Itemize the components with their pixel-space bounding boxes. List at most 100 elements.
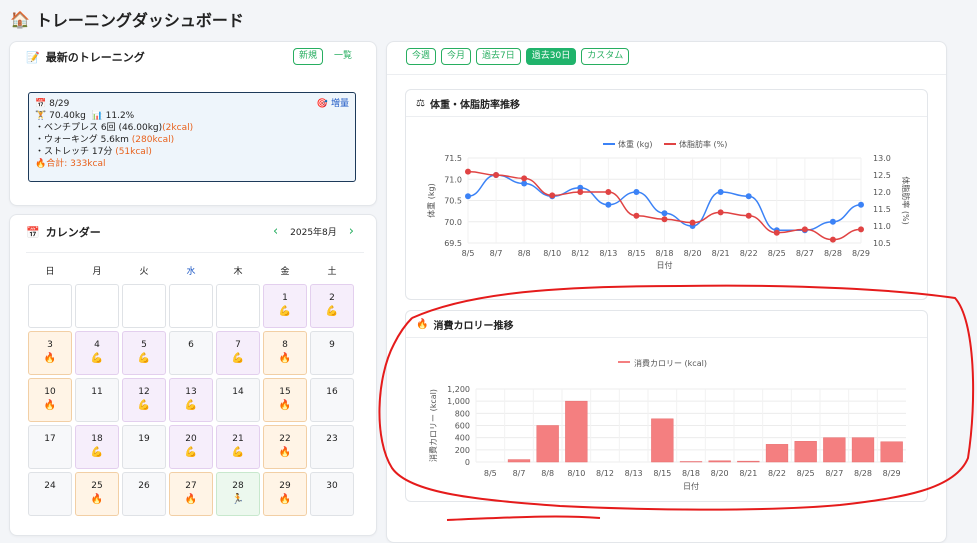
calendar-day-27[interactable]: 27🔥: [169, 472, 213, 516]
day-number: 14: [232, 387, 243, 397]
day-number: 22: [279, 434, 290, 444]
x-tick-label: 8/18: [656, 249, 674, 258]
weekday-label: 金: [263, 263, 307, 281]
list-link[interactable]: 一覧: [328, 48, 358, 65]
x-tick-label: 8/13: [625, 469, 643, 478]
muscle-icon: 💪: [264, 306, 306, 317]
filter-3[interactable]: 過去30日: [526, 48, 576, 65]
y-tick-label: 1,200: [447, 385, 470, 394]
prev-month-button[interactable]: ‹: [273, 224, 278, 239]
fire-icon: 🔥: [29, 353, 71, 364]
x-tick-label: 8/27: [825, 469, 843, 478]
calendar-day-5[interactable]: 5💪: [122, 331, 166, 375]
calendar-day-19[interactable]: 19: [122, 425, 166, 469]
new-training-button[interactable]: 新規: [293, 48, 323, 65]
x-tick-label: 8/25: [768, 249, 786, 258]
calendar-day-26[interactable]: 26: [122, 472, 166, 516]
day-number: 5: [141, 340, 147, 350]
calendar-title: カレンダー: [46, 224, 101, 240]
x-tick-label: 8/5: [462, 249, 475, 258]
calendar-day-21[interactable]: 21💪: [216, 425, 260, 469]
calendar-day-2[interactable]: 2💪: [310, 284, 354, 328]
data-point: [774, 230, 780, 236]
calendar-day-30[interactable]: 30: [310, 472, 354, 516]
calendar-day-29[interactable]: 29🔥: [263, 472, 307, 516]
calendar-day-15[interactable]: 15🔥: [263, 378, 307, 422]
data-point: [802, 226, 808, 232]
fire-icon: 🔥: [264, 400, 306, 411]
calendar-day-14[interactable]: 14: [216, 378, 260, 422]
calendar-day-18[interactable]: 18💪: [75, 425, 119, 469]
y2-tick-label: 12.5: [873, 171, 891, 180]
day-number: 8: [282, 340, 288, 350]
day-number: 21: [232, 434, 243, 444]
muscle-icon: 💪: [170, 447, 212, 458]
legend-label: 体脂肪率 (%): [679, 139, 727, 149]
calendar-day-7[interactable]: 7💪: [216, 331, 260, 375]
calendar-day-13[interactable]: 13💪: [169, 378, 213, 422]
scale-icon: ⚖: [416, 98, 425, 109]
calendar-day-20[interactable]: 20💪: [169, 425, 213, 469]
data-point: [690, 220, 696, 226]
total-calories: 合計: 333kcal: [46, 159, 105, 169]
calendar-day-22[interactable]: 22🔥: [263, 425, 307, 469]
calorie-chart: 消費カロリー (kcal)02004006008001,0001,2008/58…: [406, 338, 927, 500]
bar: [737, 461, 759, 462]
calendar-day-9[interactable]: 9: [310, 331, 354, 375]
calendar-empty-cell: [75, 284, 119, 328]
filter-4[interactable]: カスタム: [581, 48, 629, 65]
calendar-day-6[interactable]: 6: [169, 331, 213, 375]
bar: [795, 441, 817, 462]
y2-tick-label: 12.0: [873, 188, 891, 197]
calendar-day-17[interactable]: 17: [28, 425, 72, 469]
y2-tick-label: 11.0: [873, 222, 891, 231]
calendar-empty-cell: [28, 284, 72, 328]
bar: [881, 442, 903, 462]
data-point: [746, 213, 752, 219]
data-point: [465, 169, 471, 175]
calendar-day-28[interactable]: 28🏃: [216, 472, 260, 516]
day-number: 16: [326, 387, 337, 397]
filter-0[interactable]: 今週: [406, 48, 436, 65]
muscle-icon: 💪: [170, 400, 212, 411]
calendar-day-3[interactable]: 3🔥: [28, 331, 72, 375]
weekday-label: 日: [28, 263, 72, 281]
calendar-day-16[interactable]: 16: [310, 378, 354, 422]
y2-tick-label: 11.5: [873, 205, 891, 214]
filter-2[interactable]: 過去7日: [476, 48, 521, 65]
weekday-label: 水: [169, 263, 213, 281]
data-point: [858, 202, 864, 208]
filter-1[interactable]: 今月: [441, 48, 471, 65]
x-tick-label: 8/22: [768, 469, 786, 478]
calendar-day-1[interactable]: 1💪: [263, 284, 307, 328]
next-month-button[interactable]: ›: [349, 224, 354, 239]
x-tick-label: 8/25: [797, 469, 815, 478]
x-tick-label: 8/21: [739, 469, 757, 478]
calendar-day-8[interactable]: 8🔥: [263, 331, 307, 375]
bar: [852, 438, 874, 462]
weekday-label: 木: [216, 263, 260, 281]
calendar-day-12[interactable]: 12💪: [122, 378, 166, 422]
y2-axis-label: 体脂肪率 (%): [901, 176, 911, 224]
calendar-day-4[interactable]: 4💪: [75, 331, 119, 375]
calendar-day-10[interactable]: 10🔥: [28, 378, 72, 422]
latest-training-entry[interactable]: 📅 8/29 🎯 増量 🏋 70.40kg 📊 11.2% ・ベンチプレス 6回…: [28, 92, 356, 182]
bar: [508, 460, 530, 462]
data-point: [718, 209, 724, 215]
calendar-day-23[interactable]: 23: [310, 425, 354, 469]
day-number: 17: [44, 434, 55, 444]
calendar-icon: 📅: [35, 99, 46, 109]
home-icon: 🏠: [10, 10, 30, 29]
calendar-day-24[interactable]: 24: [28, 472, 72, 516]
x-tick-label: 8/28: [854, 469, 872, 478]
y-tick-label: 800: [455, 409, 470, 418]
calendar-day-25[interactable]: 25🔥: [75, 472, 119, 516]
training-date: 8/29: [49, 99, 69, 109]
period-filter-group: 今週今月過去7日過去30日カスタム: [406, 48, 629, 65]
calendar-day-11[interactable]: 11: [75, 378, 119, 422]
data-point: [605, 189, 611, 195]
x-tick-label: 8/29: [883, 469, 901, 478]
day-number: 28: [232, 481, 243, 491]
day-number: 30: [326, 481, 337, 491]
x-tick-label: 8/10: [567, 469, 585, 478]
